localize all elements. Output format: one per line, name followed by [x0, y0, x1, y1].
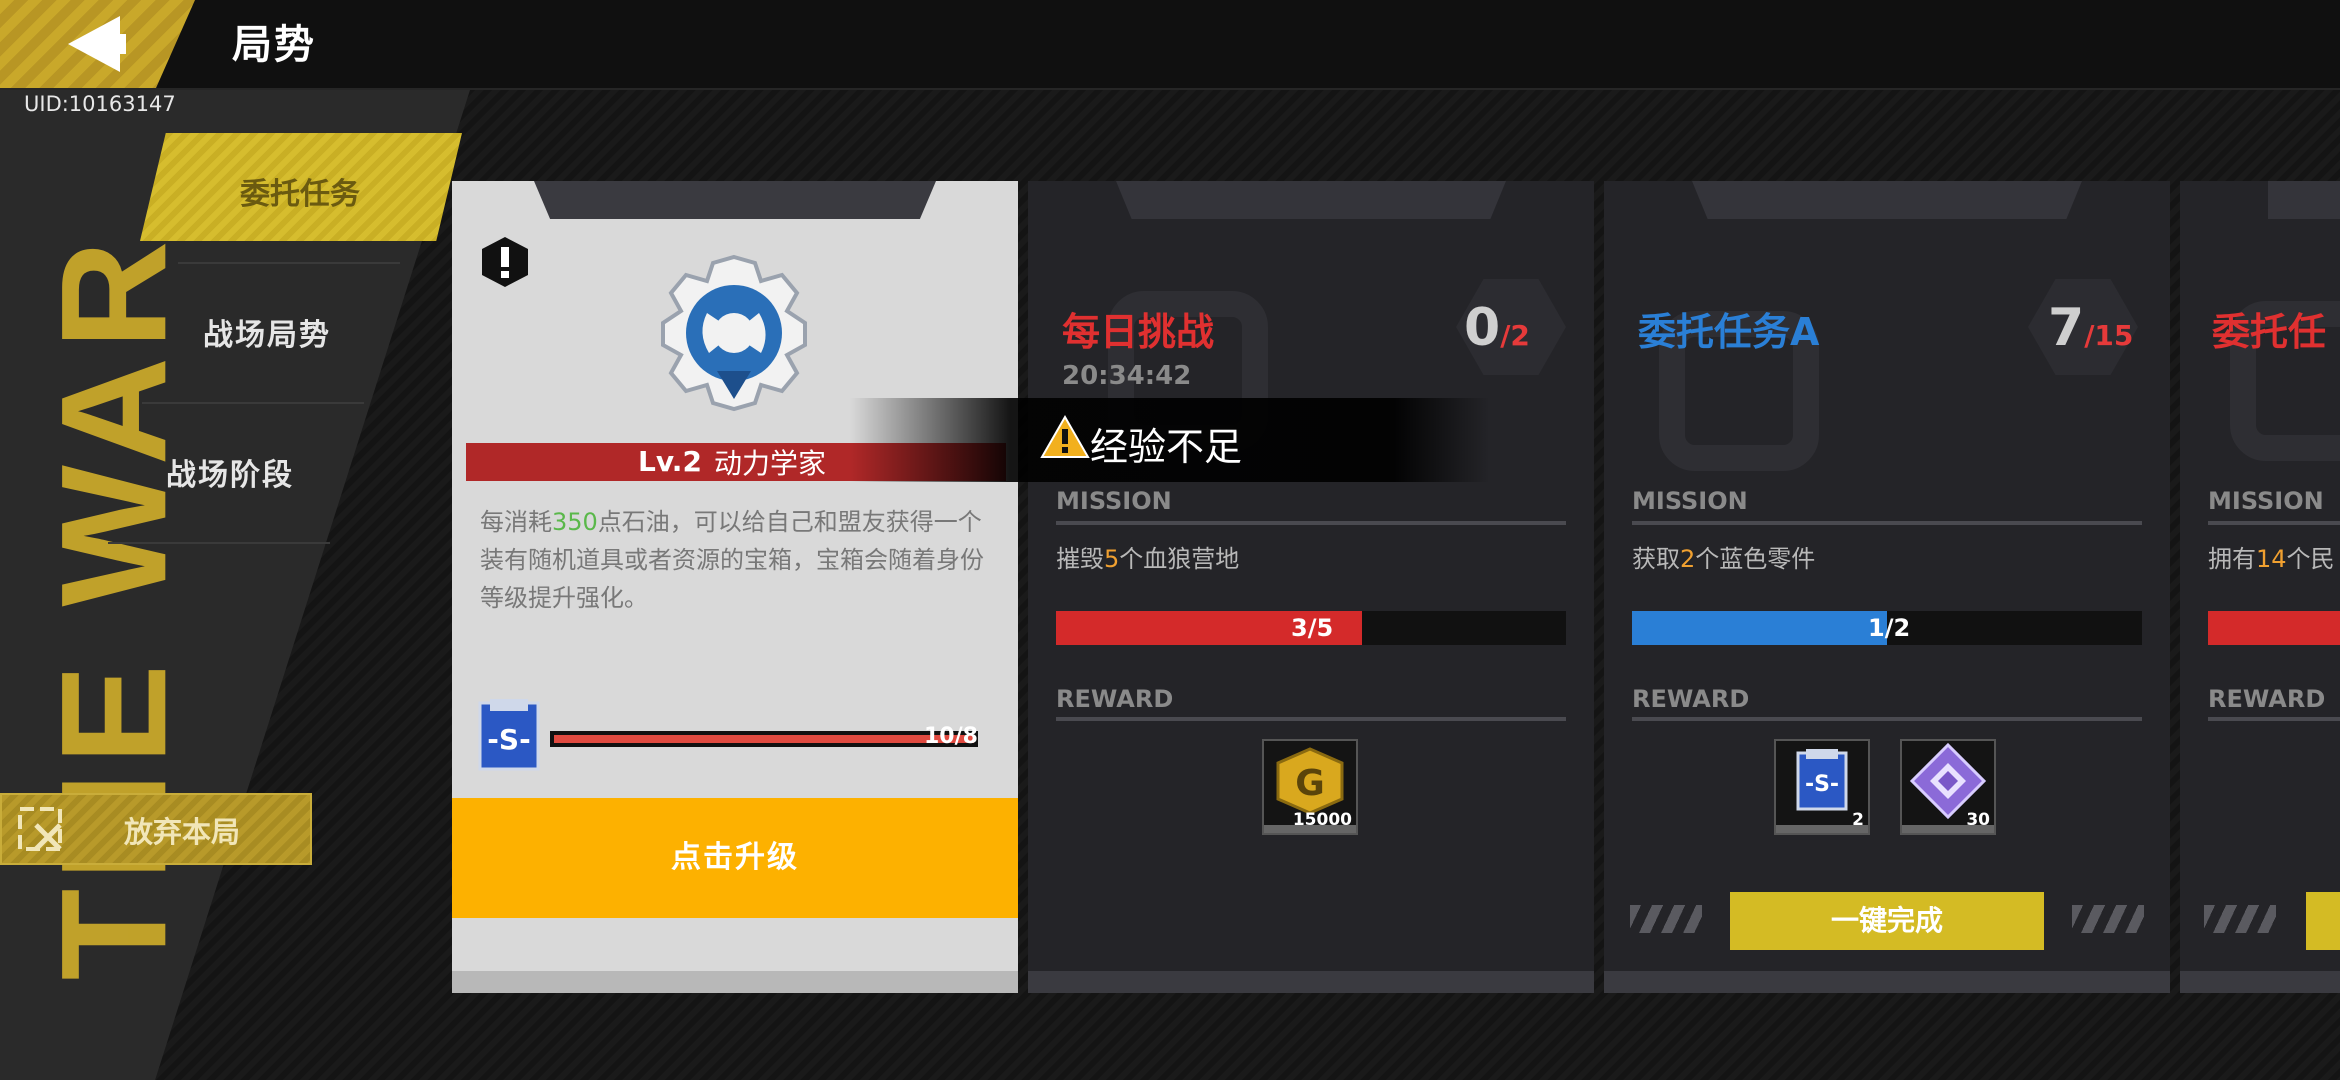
skill-progress-fill [554, 735, 974, 743]
back-arrow-icon [68, 16, 126, 72]
nav-divider [108, 542, 330, 544]
mission-card-commission-partial: 委托任 MISSION 拥有14个民 REWARD [2180, 181, 2340, 993]
reward-label: REWARD [1056, 685, 1174, 713]
card-footer [2180, 971, 2340, 993]
counter-value: 0 [1464, 298, 1501, 358]
reward-label: REWARD [2208, 685, 2326, 713]
war-watermark: THE WAR [29, 232, 198, 981]
card-tab [1116, 181, 1506, 219]
desc-number: 5 [1104, 545, 1120, 573]
mission-progress-bar [2208, 611, 2340, 645]
mission-card-daily: 每日挑战 20:34:42 0/2 MISSION 摧毁5个血狼营地 3/5 R… [1028, 181, 1594, 993]
reward-label: REWARD [1632, 685, 1750, 713]
counter-total: /15 [2084, 319, 2134, 352]
desc-number: 350 [552, 508, 598, 536]
card-tab [534, 181, 936, 219]
stripe-decoration [1630, 905, 1702, 933]
alert-icon [482, 237, 528, 287]
desc-text: 获取 [1632, 545, 1680, 573]
svg-text:G: G [1295, 763, 1325, 804]
desc-text: 每消耗 [480, 508, 552, 536]
mission-counter: 7/15 [2048, 298, 2133, 358]
mission-progress-bar: 3/5 [1056, 611, 1566, 645]
top-bar: 局势 [0, 0, 2340, 90]
reward-qty: 2 [1852, 810, 1864, 830]
mission-timer: 20:34:42 [1062, 361, 1192, 391]
svg-text:-S-: -S- [1805, 772, 1839, 797]
mission-counter: 0/2 [1464, 298, 1530, 358]
mission-progress-fill [1632, 611, 1887, 645]
reward-qty: 15000 [1292, 810, 1352, 830]
quick-complete-button[interactable]: 一键完成 [1730, 892, 2044, 950]
card-tab [2268, 181, 2340, 219]
reward-qty: 30 [1966, 810, 1990, 830]
section-divider [1632, 717, 2142, 721]
card-tab [1692, 181, 2082, 219]
desc-text: 摧毁 [1056, 545, 1104, 573]
upgrade-button[interactable]: 点击升级 [452, 798, 1018, 918]
sidebar-item-battlefield-stage[interactable]: 战场阶段 [166, 450, 294, 494]
mission-desc: 摧毁5个血狼营地 [1056, 539, 1239, 574]
counter-value: 7 [2048, 298, 2085, 358]
sidebar-item-battlefield-situation[interactable]: 战场局势 [203, 310, 331, 354]
mission-desc: 获取2个蓝色零件 [1632, 539, 1815, 574]
mission-progress-bar: 1/2 [1632, 611, 2142, 645]
skill-progress-bar [550, 731, 978, 747]
abandon-game-button[interactable]: 放弃本局 [0, 793, 312, 865]
s-chip-icon: -S- [476, 699, 542, 777]
counter-total: /2 [1500, 319, 1530, 352]
mission-title: 委托任 [2212, 310, 2327, 354]
abandon-icon [18, 807, 62, 851]
desc-text: 个蓝色零件 [1695, 545, 1816, 573]
skill-description: 每消耗350点石油，可以给自己和盟友获得一个装有随机道具或者资源的宝箱，宝箱会随… [480, 503, 1000, 617]
page-title: 局势 [232, 22, 316, 68]
card-footer [1604, 971, 2170, 993]
card-footer [1028, 971, 1594, 993]
reward-item[interactable]: 30 [1900, 739, 1996, 835]
quick-complete-button[interactable] [2306, 892, 2340, 950]
uid-label: UID:10163147 [24, 92, 176, 116]
desc-text: 个血狼营地 [1119, 545, 1240, 573]
section-divider [2208, 521, 2340, 525]
desc-text: 个民 [2286, 545, 2335, 573]
mission-desc: 拥有14个民 [2208, 539, 2335, 574]
toast-notification: 经验不足 [850, 398, 1490, 482]
gear-skill-icon [661, 254, 807, 412]
mission-title: 委托任务A [1638, 310, 1820, 354]
sidebar-item-commission[interactable]: 委托任务 [140, 133, 462, 241]
stripe-decoration [2072, 905, 2144, 933]
reward-item[interactable]: G 15000 [1262, 739, 1358, 835]
desc-text: 拥有 [2208, 545, 2256, 573]
mission-title: 每日挑战 [1062, 310, 1215, 354]
mission-progress-text: 3/5 [1291, 614, 1334, 642]
back-button[interactable] [0, 0, 195, 88]
mission-label: MISSION [1056, 487, 1172, 515]
toast-text: 经验不足 [1090, 425, 1243, 469]
stripe-decoration [2204, 905, 2276, 933]
mission-label: MISSION [1632, 487, 1748, 515]
desc-number: 14 [2256, 545, 2287, 573]
card-footer [452, 971, 1018, 993]
s-chip-label: -S- [487, 723, 530, 756]
skill-name: 动力学家 [714, 447, 827, 480]
reward-item[interactable]: -S- 2 [1774, 739, 1870, 835]
section-divider [1632, 521, 2142, 525]
warning-icon [1040, 414, 1090, 458]
skill-card: Lv.2 动力学家 每消耗350点石油，可以给自己和盟友获得一个装有随机道具或者… [452, 181, 1018, 993]
mission-label: MISSION [2208, 487, 2324, 515]
mission-progress-text: 1/2 [1868, 614, 1911, 642]
skill-progress-text: 10/8 [924, 724, 978, 749]
nav-divider [142, 402, 364, 404]
mission-card-commission-a: 委托任务A 7/15 MISSION 获取2个蓝色零件 1/2 REWARD -… [1604, 181, 2170, 993]
section-divider [1056, 521, 1566, 525]
sidebar-item-label: 委托任务 [240, 177, 360, 212]
section-divider [2208, 717, 2340, 721]
desc-number: 2 [1680, 545, 1696, 573]
section-divider [1056, 717, 1566, 721]
nav-divider [178, 262, 400, 264]
skill-level: Lv.2 [638, 445, 702, 478]
abandon-label: 放弃本局 [124, 815, 241, 849]
